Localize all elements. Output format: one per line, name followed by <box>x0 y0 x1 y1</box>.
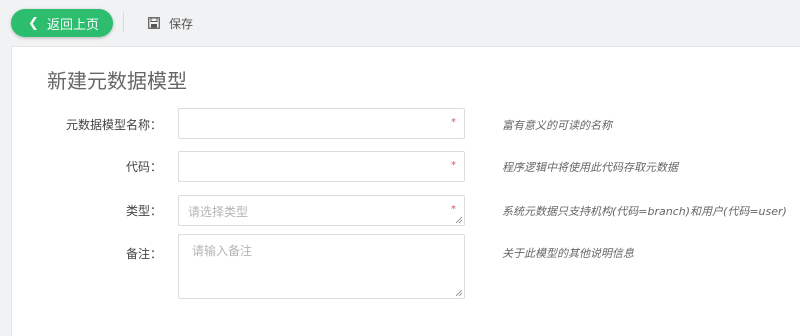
remarks-textarea[interactable]: 请输入备注 <box>178 234 465 299</box>
required-mark: * <box>451 117 456 128</box>
remarks-label: 备注： <box>125 247 162 261</box>
form-panel: 新建元数据模型 元数据模型名称： * 富有意义的可读的名称 代码： * 程序逻辑… <box>11 46 800 336</box>
chevron-left-icon: ❮ <box>28 15 39 31</box>
required-mark: * <box>451 160 456 171</box>
resize-grip-icon[interactable] <box>456 290 462 296</box>
required-mark: * <box>451 204 456 215</box>
code-label: 代码： <box>125 160 162 174</box>
remarks-placeholder: 请输入备注 <box>192 244 253 258</box>
save-icon <box>148 17 160 29</box>
name-input[interactable]: * <box>178 108 465 139</box>
toolbar: ❮ 返回上页 保存 <box>0 0 800 46</box>
save-button-label: 保存 <box>169 16 194 31</box>
save-button[interactable]: 保存 <box>148 14 193 32</box>
toolbar-divider <box>123 12 124 32</box>
type-placeholder: 请选择类型 <box>188 205 249 219</box>
type-hint: 系统元数据只支持机构(代码=branch)和用户(代码=user) <box>502 205 787 218</box>
remarks-hint: 关于此模型的其他说明信息 <box>502 247 634 260</box>
code-input[interactable]: * <box>178 151 465 182</box>
page-title: 新建元数据模型 <box>47 69 187 93</box>
resize-grip-icon[interactable] <box>456 217 462 223</box>
back-button[interactable]: ❮ 返回上页 <box>11 9 113 37</box>
code-hint: 程序逻辑中将使用此代码存取元数据 <box>502 161 678 174</box>
type-label: 类型： <box>125 204 162 218</box>
name-label: 元数据模型名称： <box>65 118 162 132</box>
back-button-label: 返回上页 <box>47 17 100 33</box>
name-hint: 富有意义的可读的名称 <box>502 119 612 132</box>
type-select[interactable]: 请选择类型 * <box>178 195 465 226</box>
